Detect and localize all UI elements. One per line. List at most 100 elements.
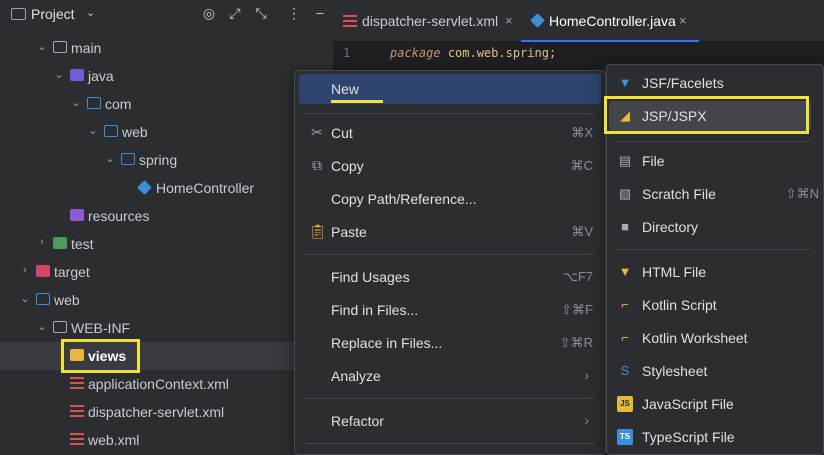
menu-item-copy[interactable]: ⧉ Copy ⌘C — [299, 151, 601, 181]
menu-item-shortcut: ⌘V — [571, 224, 593, 239]
chevron-down-icon[interactable]: ⌄ — [19, 292, 31, 305]
menu-item-shortcut: ⇧⌘R — [559, 335, 593, 350]
menu-separator — [615, 141, 811, 142]
tree-item-label: com — [105, 96, 132, 112]
chevron-right-icon: › — [584, 367, 589, 383]
submenu-item-html-file[interactable]: ▼ HTML File — [609, 257, 811, 287]
tree-item-java[interactable]: ⌄ java — [0, 62, 333, 90]
menu-item-shortcut: ⇧⌘F — [561, 302, 593, 317]
submenu-item-typescript-file[interactable]: TS TypeScript File — [609, 422, 811, 452]
folder-icon — [53, 41, 67, 53]
menu-item-label: Analyze — [331, 368, 381, 384]
excluded-folder-icon — [36, 265, 50, 277]
tree-item-web-inf[interactable]: ⌄ WEB-INF — [0, 314, 333, 342]
menu-item-label: Find in Files... — [331, 302, 419, 318]
new-highlight-underline — [331, 100, 383, 103]
submenu-item-jsf-facelets[interactable]: ▼ JSF/Facelets — [609, 68, 811, 98]
submenu-item-label: File — [642, 153, 665, 169]
menu-item-label: New — [331, 81, 360, 97]
menu-separator — [305, 254, 595, 255]
tree-item-label: dispatcher-servlet.xml — [88, 404, 225, 420]
menu-item-label: Paste — [331, 224, 367, 240]
tree-item-main[interactable]: ⌄ main — [0, 34, 333, 62]
submenu-item-label: JSF/Facelets — [642, 75, 724, 91]
submenu-item-label: Directory — [642, 219, 699, 235]
submenu-item-directory[interactable]: ■ Directory — [609, 212, 811, 242]
chevron-right-icon[interactable]: › — [36, 236, 48, 248]
test-folder-icon — [53, 237, 67, 249]
submenu-item-label: Kotlin Worksheet — [642, 330, 748, 346]
menu-item-paste[interactable]: 📋︎ Paste ⌘V — [299, 217, 601, 247]
tree-item-homecontroller[interactable]: HomeController — [0, 174, 333, 202]
folder-icon — [53, 321, 67, 333]
code-line[interactable]: package com.web.spring; — [390, 46, 556, 60]
menu-item-find-in-files[interactable]: Find in Files... ⇧⌘F — [299, 295, 601, 325]
tree-item-label: WEB-INF — [71, 320, 131, 336]
tree-item-applicationcontext-xml[interactable]: applicationContext.xml — [0, 370, 333, 398]
menu-item-analyze[interactable]: Analyze › — [299, 361, 601, 391]
menu-item-shortcut: ⌘C — [570, 158, 593, 173]
tree-item-web-xml[interactable]: web.xml — [0, 426, 333, 454]
submenu-item-stylesheet[interactable]: S Stylesheet — [609, 356, 811, 386]
chevron-down-icon[interactable]: ⌄ — [86, 6, 95, 19]
menu-item-copy-path[interactable]: Copy Path/Reference... — [299, 184, 601, 214]
xml-file-icon — [70, 377, 84, 389]
tree-item-label: resources — [88, 208, 150, 224]
tree-item-views[interactable]: views — [0, 342, 333, 370]
tab-homecontroller-java[interactable]: HomeController.java × — [521, 0, 699, 42]
submenu-item-file[interactable]: ▤ File — [609, 146, 811, 176]
menu-item-replace-in-files[interactable]: Replace in Files... ⇧⌘R — [299, 328, 601, 358]
collapse-icon[interactable]: ⤡ — [252, 5, 270, 22]
menu-item-label: Copy — [331, 158, 364, 174]
menu-item-label: Copy Path/Reference... — [331, 191, 477, 207]
chevron-down-icon[interactable]: ⌄ — [53, 68, 65, 81]
menu-separator — [615, 249, 811, 250]
menu-item-refactor[interactable]: Refactor › — [299, 406, 601, 436]
line-number: 1 — [343, 46, 351, 60]
tree-item-test[interactable]: › test — [0, 230, 333, 258]
hide-panel-icon[interactable]: − — [311, 5, 329, 21]
tree-item-label: applicationContext.xml — [88, 376, 229, 392]
tree-item-resources[interactable]: resources — [0, 202, 333, 230]
close-icon[interactable]: × — [505, 13, 513, 28]
tree-item-target[interactable]: › target — [0, 258, 333, 286]
submenu-item-scratch-file[interactable]: ▧ Scratch File ⇧⌘N — [609, 179, 819, 209]
more-options-icon[interactable]: ⋮ — [285, 5, 303, 22]
target-icon[interactable]: ◎ — [200, 5, 218, 22]
menu-item-shortcut: ⇧⌘N — [785, 186, 819, 201]
tab-dispatcher-servlet-xml[interactable]: dispatcher-servlet.xml × — [333, 0, 521, 42]
chevron-down-icon[interactable]: ⌄ — [36, 40, 48, 53]
web-folder-icon — [36, 293, 50, 305]
chevron-down-icon[interactable]: ⌄ — [36, 320, 48, 333]
tree-item-web-package[interactable]: ⌄ web — [0, 118, 333, 146]
project-title[interactable]: Project — [31, 6, 75, 22]
chevron-right-icon[interactable]: › — [19, 264, 31, 276]
menu-item-cut[interactable]: ✂ Cut ⌘X — [299, 118, 601, 148]
tree-item-label: web — [122, 124, 148, 140]
tree-item-label: main — [71, 40, 102, 56]
java-class-icon — [137, 180, 152, 195]
menu-item-find-usages[interactable]: Find Usages ⌥F7 — [299, 262, 601, 292]
new-submenu: ▼ JSF/Facelets ◢ JSP/JSPX ▤ File ▧ Scrat… — [604, 64, 824, 455]
kotlin-script-icon: ⌐ — [621, 297, 629, 312]
menu-item-shortcut: ⌥F7 — [562, 269, 593, 284]
submenu-item-kotlin-script[interactable]: ⌐ Kotlin Script — [609, 290, 811, 320]
expand-icon[interactable]: ⤢ — [226, 5, 244, 22]
xml-file-icon — [70, 405, 84, 417]
chevron-down-icon[interactable]: ⌄ — [104, 152, 116, 165]
tree-item-web[interactable]: ⌄ web — [0, 286, 333, 314]
chevron-down-icon[interactable]: ⌄ — [87, 124, 99, 137]
html5-icon: ▼ — [618, 75, 632, 90]
javascript-icon: JS — [617, 396, 633, 412]
scissors-icon: ✂ — [311, 124, 323, 140]
submenu-item-javascript-file[interactable]: JS JavaScript File — [609, 389, 811, 419]
chevron-down-icon[interactable]: ⌄ — [70, 96, 82, 109]
submenu-item-kotlin-worksheet[interactable]: ⌐ Kotlin Worksheet — [609, 323, 811, 353]
tree-item-dispatcher-servlet-xml[interactable]: dispatcher-servlet.xml — [0, 398, 333, 426]
tree-item-spring[interactable]: ⌄ spring — [0, 146, 333, 174]
tree-item-com[interactable]: ⌄ com — [0, 90, 333, 118]
clipboard-icon: 📋︎ — [309, 223, 327, 239]
tree-item-label: spring — [139, 152, 178, 168]
scratch-file-icon: ▧ — [618, 186, 632, 201]
close-icon[interactable]: × — [679, 13, 687, 28]
